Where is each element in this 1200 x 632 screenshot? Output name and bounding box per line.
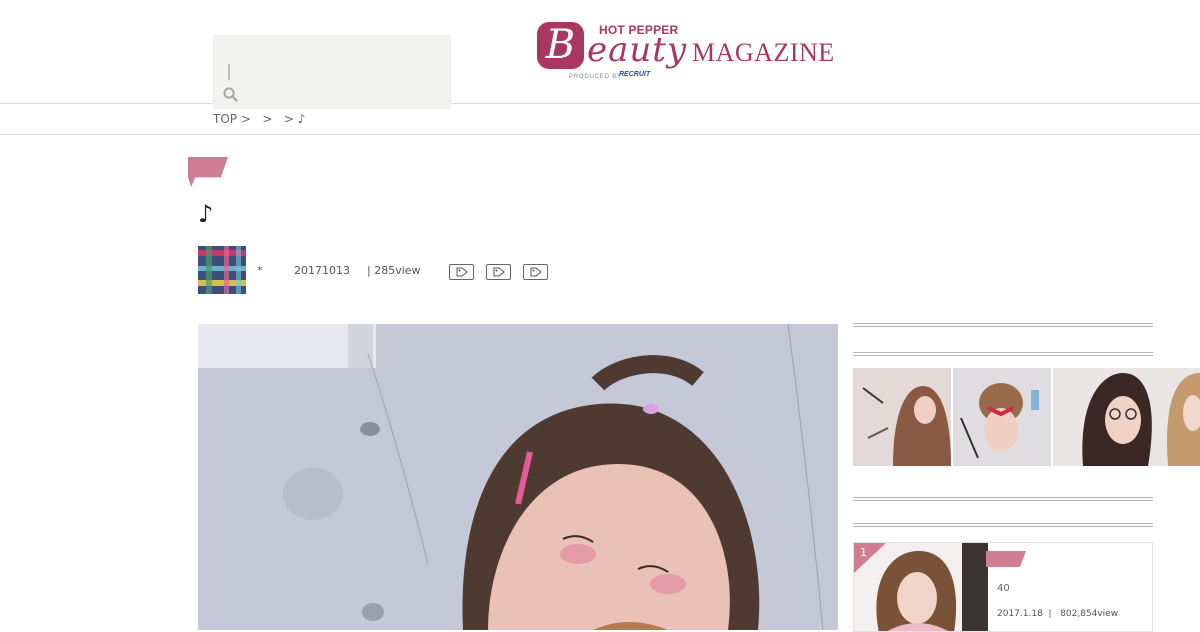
category-flag: [188, 157, 228, 187]
sidebar-divider: [853, 352, 1153, 356]
logo-produced-by: PRODUCED BY: [569, 74, 622, 80]
ranking-category-flag: [986, 551, 1026, 567]
ranking-meta: 2017.1.18 | 802,854view: [997, 609, 1119, 619]
author-name[interactable]: *: [257, 264, 263, 277]
related-thumbnail[interactable]: [1053, 368, 1200, 466]
site-header: B HOT PEPPER eauty MAGAZINE PRODUCED BY …: [0, 0, 1200, 109]
tag-button[interactable]: [523, 264, 548, 280]
site-logo[interactable]: B HOT PEPPER eauty MAGAZINE PRODUCED BY …: [537, 20, 837, 84]
article-date: 20171013: [294, 264, 350, 277]
logo-eauty: eauty: [587, 30, 688, 70]
author-avatar[interactable]: [198, 246, 246, 294]
ranking-number: 1: [860, 546, 867, 559]
related-thumbnail[interactable]: [953, 368, 1051, 466]
logo-recruit: RECRUIT: [619, 71, 651, 78]
tag-icon: [456, 267, 468, 277]
ranking-count: 40: [997, 583, 1010, 594]
logo-b-mark: B: [537, 22, 584, 69]
article-views: | 285view: [367, 264, 421, 277]
tag-button[interactable]: [486, 264, 511, 280]
ranking-thumbnail: [854, 543, 988, 631]
article-title: ♪: [198, 200, 214, 228]
breadcrumb-bar: TOP > > > ♪: [0, 104, 1200, 135]
logo-magazine: MAGAZINE: [692, 38, 835, 67]
search-caret: [228, 64, 230, 80]
hero-photo: [198, 324, 838, 630]
ranking-card[interactable]: 1 40 2017.1.18 | 802,854view: [853, 542, 1153, 632]
sidebar-divider: [853, 323, 1153, 327]
sidebar-divider: [853, 523, 1153, 527]
tag-icon: [530, 267, 542, 277]
search-icon[interactable]: [222, 86, 240, 104]
related-thumbnail[interactable]: [853, 368, 951, 466]
search-input[interactable]: [213, 35, 451, 109]
tag-icon: [493, 267, 505, 277]
breadcrumb[interactable]: TOP > > > ♪: [213, 112, 305, 126]
tag-button[interactable]: [449, 264, 474, 280]
sidebar-divider: [853, 497, 1153, 501]
